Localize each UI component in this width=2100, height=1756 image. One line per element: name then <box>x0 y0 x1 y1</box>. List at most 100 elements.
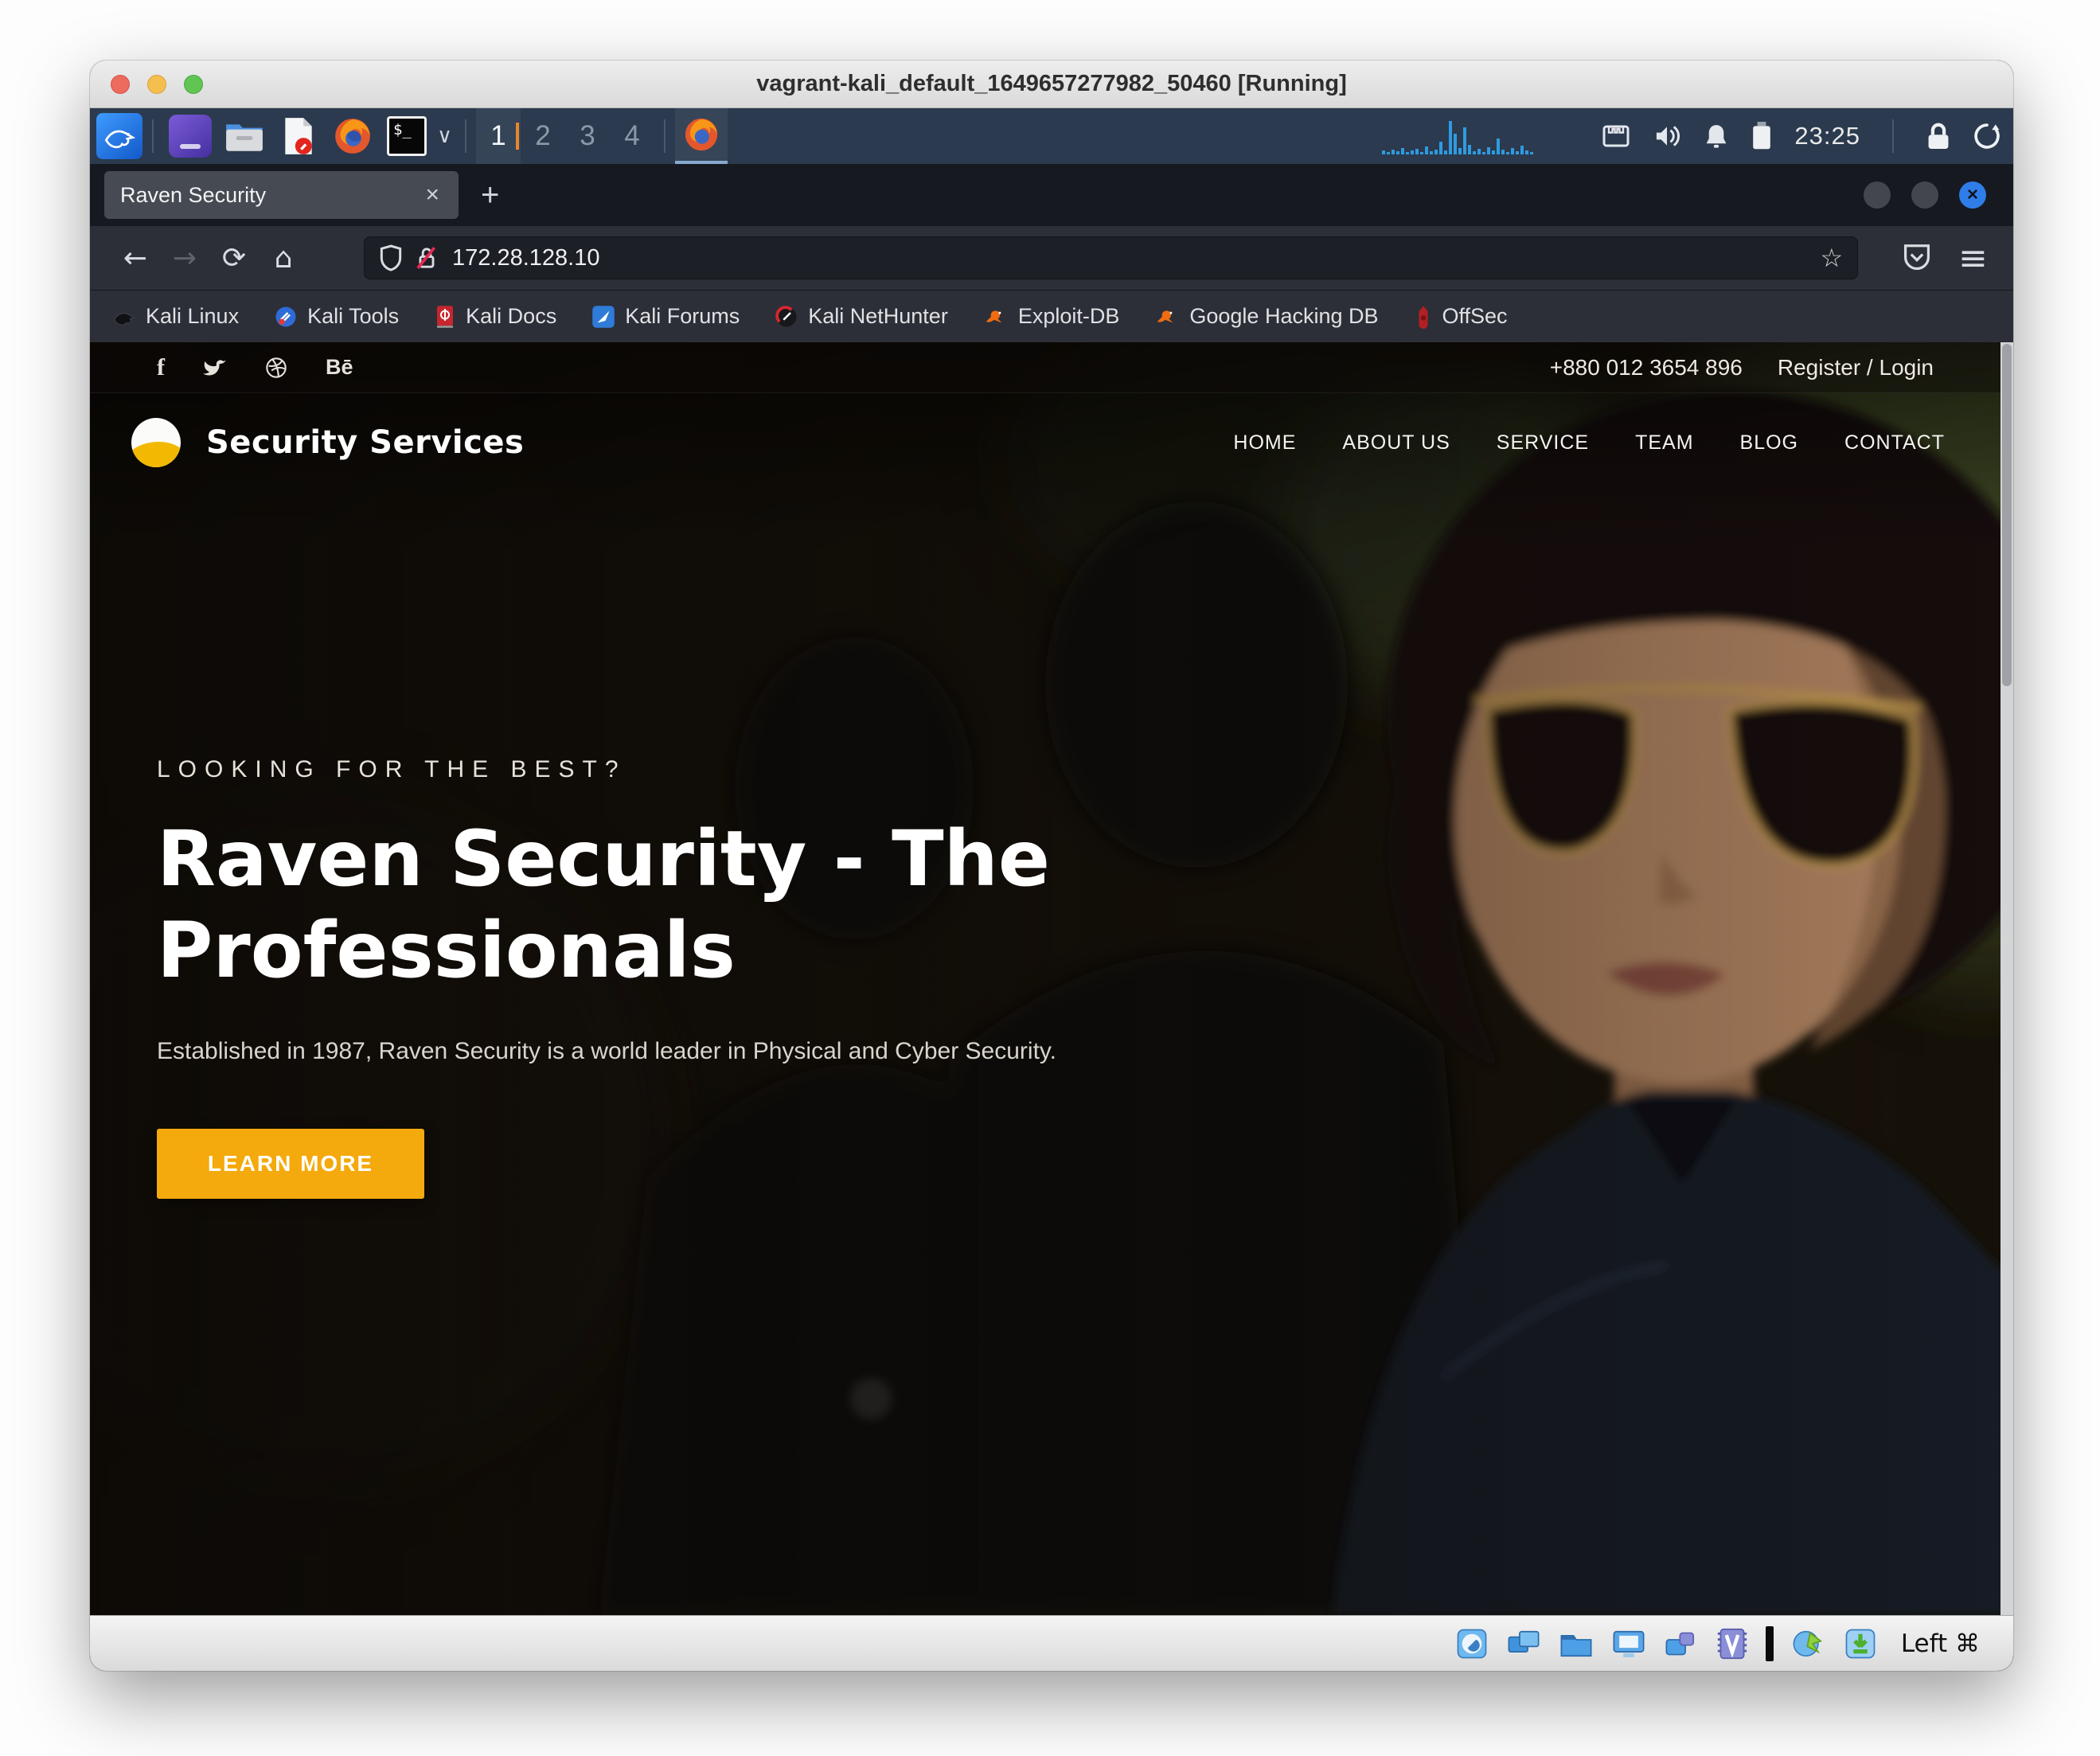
vm-titlebar[interactable]: vagrant-kali_default_1649657277982_50460… <box>90 60 2013 108</box>
vbox-harddisk-icon[interactable] <box>1455 1627 1489 1660</box>
kali-menu-button[interactable] <box>96 113 142 159</box>
nav-team[interactable]: TEAM <box>1635 431 1693 455</box>
pocket-icon[interactable] <box>1903 243 1931 273</box>
workspace-switcher: 1 2 3 4 <box>476 108 654 164</box>
site-nav: HOME ABOUT US SERVICE TEAM BLOG CONTACT <box>1233 431 1945 455</box>
site-logo-icon[interactable] <box>131 418 181 467</box>
vbox-shared-folders-icon[interactable] <box>1559 1628 1594 1660</box>
menu-hamburger-icon[interactable]: ≡ <box>1958 238 1988 279</box>
bookmarks-toolbar: Kali Linux Kali Tools Kali Docs <box>90 290 2013 342</box>
bookmark-kali-linux[interactable]: Kali Linux <box>112 304 239 329</box>
close-window-icon[interactable]: × <box>1959 181 1986 209</box>
tab-raven-security[interactable]: Raven Security × <box>104 171 459 219</box>
insecure-connection-lock-icon[interactable] <box>414 244 439 271</box>
vbox-status-bar: Left ⌘ <box>90 1615 2013 1671</box>
forward-button[interactable]: → <box>160 242 209 275</box>
battery-icon[interactable] <box>1751 122 1772 150</box>
offsec-favicon <box>1414 305 1433 329</box>
topbar-right: +880 012 3654 896 Register / Login <box>1550 355 1934 380</box>
nav-blog[interactable]: BLOG <box>1740 431 1798 455</box>
firefox-icon <box>333 116 373 156</box>
vbox-display-icon[interactable] <box>1611 1628 1646 1660</box>
minimize-window-icon[interactable] <box>1864 181 1891 209</box>
page-scrollbar[interactable] <box>2000 342 2013 1615</box>
site-topbar: f Bē +880 012 3654 896 Register / Log <box>90 342 2013 393</box>
phone-number[interactable]: +880 012 3654 896 <box>1550 355 1743 380</box>
chevron-down-icon[interactable]: ∨ <box>437 124 452 148</box>
network-port-icon[interactable] <box>1602 124 1630 148</box>
nav-contact[interactable]: CONTACT <box>1844 431 1945 455</box>
tab-close-icon[interactable]: × <box>422 181 443 209</box>
reload-button[interactable]: ⟳ <box>209 242 259 275</box>
vbox-network-icon[interactable] <box>1506 1628 1541 1660</box>
vbox-mouse-integration-icon[interactable] <box>1791 1627 1826 1660</box>
cpu-graph-icon <box>1380 118 1587 154</box>
back-button[interactable]: ← <box>111 242 160 275</box>
power-logout-icon[interactable] <box>1973 123 2000 150</box>
twitter-icon[interactable] <box>203 357 227 378</box>
workspace-button-1[interactable]: 1 <box>476 108 521 164</box>
firefox-nav-toolbar: ← → ⟳ ⌂ 172.28.128.10 ☆ ≡ <box>90 226 2013 290</box>
panel-separator <box>1892 119 1894 153</box>
vbox-keyboard-indicator <box>1766 1626 1774 1661</box>
notifications-bell-icon[interactable] <box>1704 123 1729 150</box>
kali-forums-favicon <box>591 305 615 329</box>
bookmark-kali-forums[interactable]: Kali Forums <box>591 304 740 329</box>
bookmark-offsec[interactable]: OffSec <box>1414 304 1508 329</box>
text-editor-launcher[interactable] <box>277 115 320 158</box>
nav-home[interactable]: HOME <box>1233 431 1296 455</box>
terminal-icon: $_ <box>387 116 427 156</box>
vm-window-title: vagrant-kali_default_1649657277982_50460… <box>90 71 2013 97</box>
new-tab-button[interactable]: + <box>481 178 499 213</box>
hero-kicker: LOOKING FOR THE BEST? <box>157 756 1160 783</box>
nav-service[interactable]: SERVICE <box>1497 431 1589 455</box>
url-bar[interactable]: 172.28.128.10 ☆ <box>364 236 1858 279</box>
toolbar-end: ≡ <box>1903 238 1988 279</box>
tab-title: Raven Security <box>120 183 422 208</box>
scrollbar-thumb[interactable] <box>2002 344 2012 686</box>
terminal-emulator-launcher[interactable] <box>169 115 212 158</box>
bookmark-star-icon[interactable]: ☆ <box>1820 243 1843 273</box>
panel-clock[interactable]: 23:25 <box>1794 122 1860 150</box>
bookmark-exploit-db[interactable]: Exploit-DB <box>983 304 1120 329</box>
tracking-protection-shield-icon[interactable] <box>379 244 403 271</box>
bookmark-kali-docs[interactable]: Kali Docs <box>434 304 556 329</box>
register-login-link[interactable]: Register / Login <box>1778 355 1934 380</box>
hero-description: Established in 1987, Raven Security is a… <box>157 1038 1160 1065</box>
workspace-button-4[interactable]: 4 <box>610 108 654 164</box>
dribbble-icon[interactable] <box>265 357 287 379</box>
vbox-download-icon[interactable] <box>1844 1627 1877 1660</box>
bookmark-kali-tools[interactable]: Kali Tools <box>274 304 399 329</box>
site-brand[interactable]: Security Services <box>206 424 524 461</box>
social-links: f Bē <box>157 354 353 381</box>
learn-more-button[interactable]: LEARN MORE <box>157 1129 424 1199</box>
hero-section: LOOKING FOR THE BEST? Raven Security - T… <box>157 756 1160 1199</box>
nav-about-us[interactable]: ABOUT US <box>1342 431 1450 455</box>
workspace-button-3[interactable]: 3 <box>565 108 610 164</box>
page-viewport: f Bē +880 012 3654 896 Register / Log <box>90 342 2013 1615</box>
home-button[interactable]: ⌂ <box>259 242 308 275</box>
terminal-launcher[interactable]: $_ <box>385 115 428 158</box>
maximize-window-icon[interactable] <box>1911 181 1938 209</box>
terminal-emulator-icon <box>180 144 201 149</box>
url-text[interactable]: 172.28.128.10 <box>452 245 1820 271</box>
firefox-icon <box>683 116 720 153</box>
lock-screen-icon[interactable] <box>1926 122 1951 150</box>
workspace-button-2[interactable]: 2 <box>521 108 565 164</box>
vbox-virtualization-icon[interactable] <box>1716 1626 1748 1661</box>
firefox-launcher[interactable] <box>331 115 374 158</box>
panel-separator <box>465 119 466 153</box>
facebook-icon[interactable]: f <box>157 354 165 381</box>
file-manager-launcher[interactable] <box>223 115 266 158</box>
exploit-db-favicon <box>983 306 1009 328</box>
behance-icon[interactable]: Bē <box>326 355 353 380</box>
vbox-recording-icon[interactable] <box>1664 1628 1699 1660</box>
volume-icon[interactable] <box>1653 123 1681 149</box>
cpu-usage-graph[interactable] <box>1380 118 1587 154</box>
panel-separator <box>152 119 154 153</box>
firefox-taskbar-button[interactable] <box>675 108 728 164</box>
bookmark-google-hacking-db[interactable]: Google Hacking DB <box>1154 304 1378 329</box>
hero-title-line1: Raven Security - The <box>157 814 1160 905</box>
bookmark-kali-nethunter[interactable]: Kali NetHunter <box>775 304 948 329</box>
host-key-label: Left ⌘ <box>1901 1629 1980 1658</box>
